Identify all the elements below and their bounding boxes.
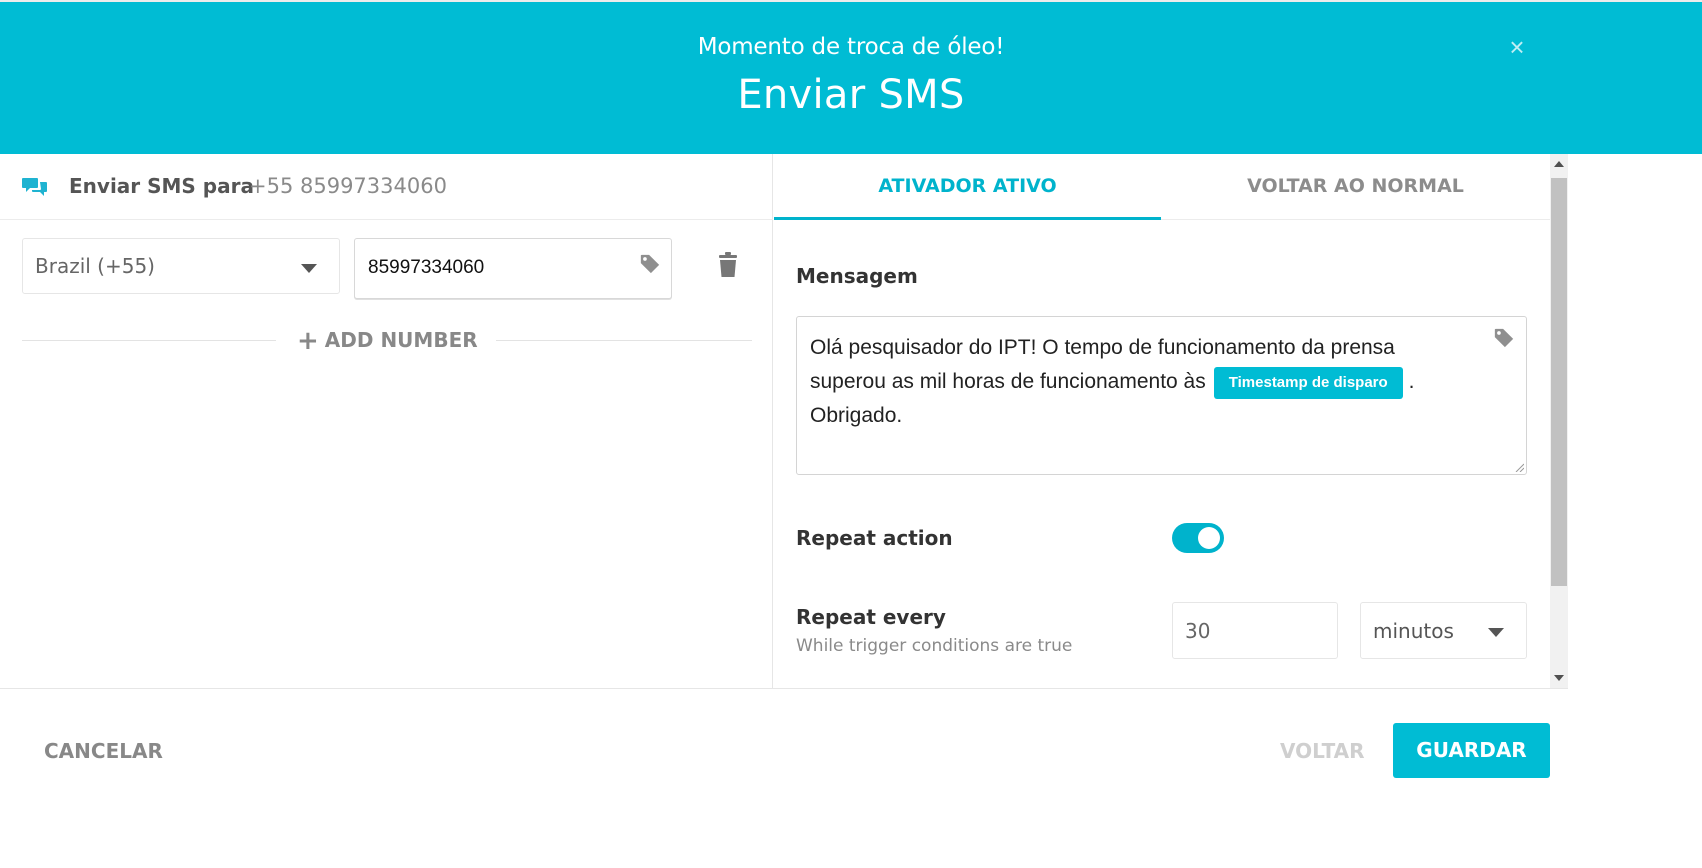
scrollbar-thumb[interactable] <box>1551 178 1567 586</box>
cancel-button[interactable]: CANCELAR <box>44 739 163 763</box>
phone-number-value: 85997334060 <box>368 257 485 278</box>
divider <box>496 340 752 341</box>
send-to-number: +55 85997334060 <box>249 174 447 198</box>
send-to-row: Enviar SMS para +55 85997334060 <box>0 154 773 220</box>
modal-footer: CANCELAR VOLTAR GUARDAR <box>0 688 1568 868</box>
phone-number-input[interactable]: 85997334060 <box>354 238 672 299</box>
tab-ativador-ativo[interactable]: ATIVADOR ATIVO <box>774 154 1161 220</box>
toggle-knob <box>1198 527 1220 549</box>
scroll-down-icon[interactable] <box>1554 675 1564 681</box>
repeat-action-toggle[interactable] <box>1172 523 1224 553</box>
chevron-down-icon <box>1488 628 1504 637</box>
tab-voltar-ao-normal[interactable]: VOLTAR AO NORMAL <box>1161 154 1550 220</box>
divider <box>22 340 276 341</box>
repeat-unit-select[interactable]: minutos <box>1360 602 1527 659</box>
message-text: Olá pesquisador do IPT! O tempo de funci… <box>810 331 1470 433</box>
chat-icon <box>22 178 47 196</box>
modal-header: Momento de troca de óleo! Enviar SMS × <box>0 0 1702 154</box>
back-button[interactable]: VOLTAR <box>1280 739 1365 763</box>
close-icon[interactable]: × <box>1502 32 1532 62</box>
repeat-interval-input[interactable]: 30 <box>1172 602 1338 659</box>
plus-icon: + <box>297 326 319 356</box>
country-select-value: Brazil (+55) <box>35 254 155 278</box>
add-number-label: ADD NUMBER <box>324 328 478 352</box>
scrollbar[interactable] <box>1550 154 1568 688</box>
scroll-up-icon[interactable] <box>1554 161 1564 167</box>
repeat-unit-value: minutos <box>1373 619 1454 643</box>
modal-title: Enviar SMS <box>737 72 965 118</box>
timestamp-chip[interactable]: Timestamp de disparo <box>1213 367 1403 399</box>
save-button[interactable]: GUARDAR <box>1393 723 1550 778</box>
tag-icon[interactable] <box>639 253 661 275</box>
tag-icon[interactable] <box>1493 327 1515 349</box>
resize-handle-icon[interactable] <box>1514 462 1524 472</box>
send-to-label: Enviar SMS para <box>69 174 254 198</box>
trash-icon[interactable] <box>716 252 740 278</box>
chevron-down-icon <box>301 264 317 273</box>
add-number-button[interactable]: + ADD NUMBER <box>297 326 478 356</box>
country-select[interactable]: Brazil (+55) <box>22 238 340 294</box>
modal-subtitle: Momento de troca de óleo! <box>697 34 1005 60</box>
repeat-interval-value: 30 <box>1185 619 1211 643</box>
message-label: Mensagem <box>796 264 918 288</box>
repeat-action-label: Repeat action <box>796 526 953 550</box>
repeat-every-hint: While trigger conditions are true <box>796 636 1073 656</box>
recipients-panel: Enviar SMS para +55 85997334060 Brazil (… <box>0 154 773 688</box>
message-panel: ATIVADOR ATIVO VOLTAR AO NORMAL Mensagem… <box>774 154 1550 688</box>
repeat-every-label: Repeat every <box>796 605 946 629</box>
message-textarea[interactable]: Olá pesquisador do IPT! O tempo de funci… <box>796 316 1527 475</box>
